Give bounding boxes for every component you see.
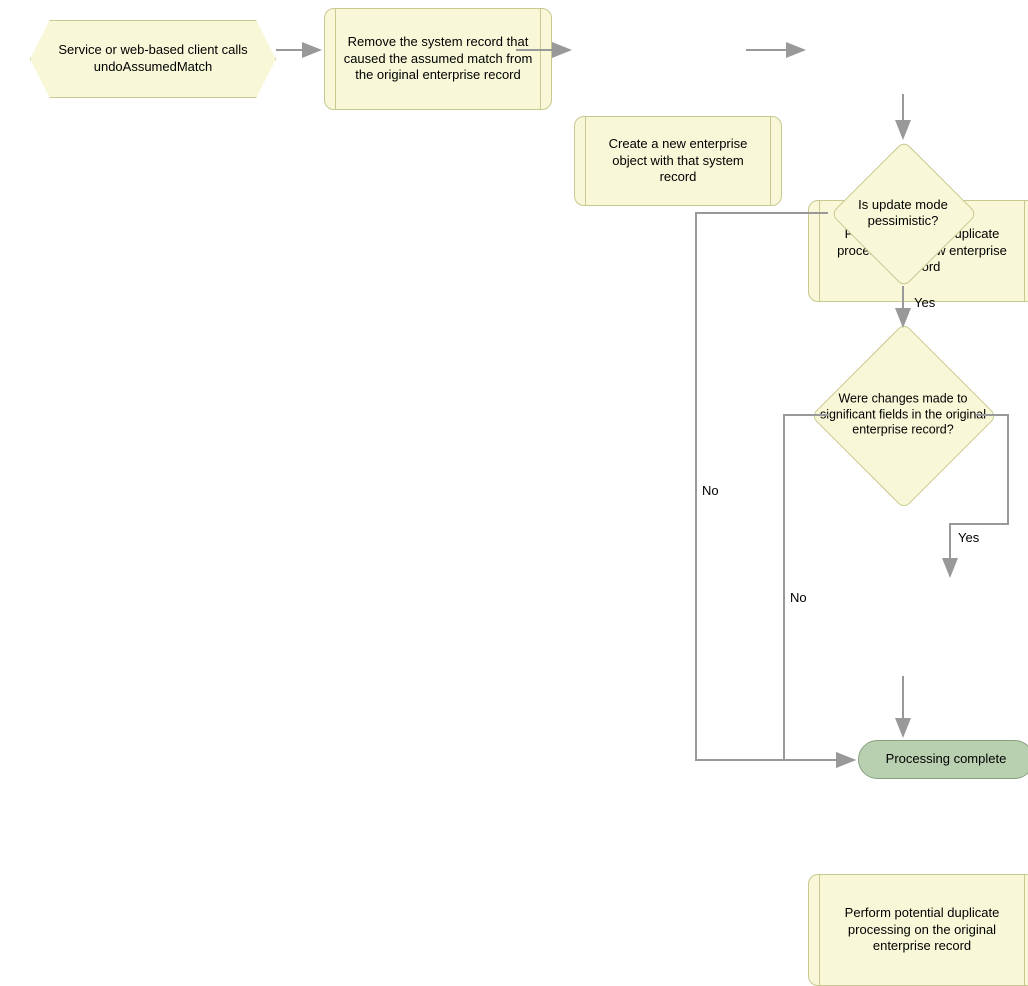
- process-remove-record: Remove the system record that caused the…: [324, 8, 552, 110]
- dup-orig-text: Perform potential duplicate processing o…: [827, 905, 1017, 956]
- end-text: Processing complete: [886, 751, 1007, 768]
- process-dup-original: Perform potential duplicate processing o…: [808, 874, 1028, 986]
- decision-mode-text: Is update mode pessimistic?: [832, 197, 975, 230]
- decision-update-mode: Is update mode pessimistic?: [852, 162, 954, 264]
- label-mode-yes: Yes: [914, 295, 935, 310]
- create-text: Create a new enterprise object with that…: [593, 136, 763, 187]
- decision-changes: Were changes made to significant fields …: [838, 350, 968, 480]
- decision-changes-text: Were changes made to significant fields …: [819, 392, 988, 439]
- label-mode-no: No: [702, 483, 719, 498]
- end-node: Processing complete: [858, 740, 1028, 779]
- start-text: Service or web-based client calls undoAs…: [53, 42, 253, 76]
- process-create-object: Create a new enterprise object with that…: [574, 116, 782, 206]
- remove-text: Remove the system record that caused the…: [343, 34, 533, 85]
- label-changes-no: No: [790, 590, 807, 605]
- label-changes-yes: Yes: [958, 530, 979, 545]
- start-node: Service or web-based client calls undoAs…: [30, 20, 276, 98]
